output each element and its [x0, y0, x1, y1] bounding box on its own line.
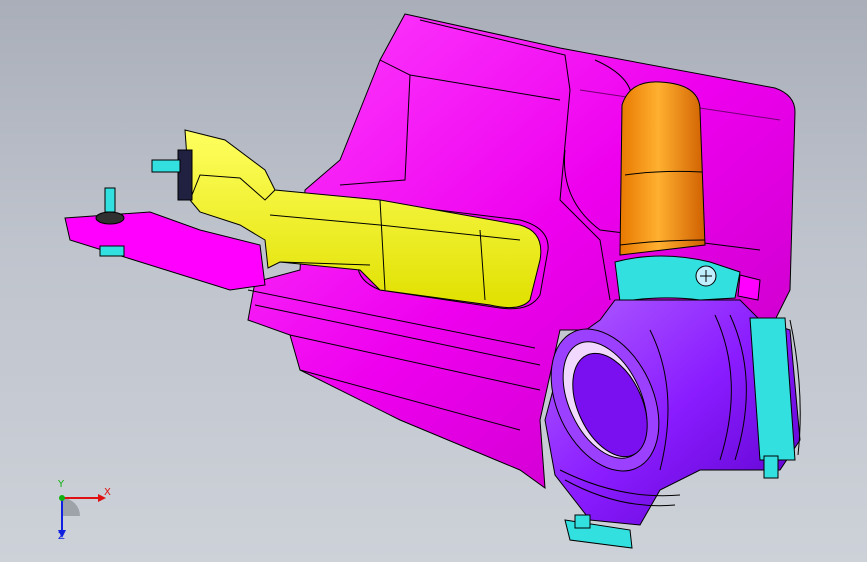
- inlet-fitting[interactable]: [737, 274, 761, 301]
- axis-y-label: Y: [58, 479, 65, 490]
- axis-z-label: Z: [58, 531, 65, 542]
- y-axis-point: [59, 495, 65, 501]
- axis-x-label: X: [104, 487, 111, 498]
- coordinate-triad: X Y Z: [40, 478, 120, 548]
- 3d-viewport[interactable]: X Y Z: [0, 0, 867, 562]
- cad-model-view[interactable]: [0, 0, 867, 562]
- inlet-pipe[interactable]: [619, 81, 706, 256]
